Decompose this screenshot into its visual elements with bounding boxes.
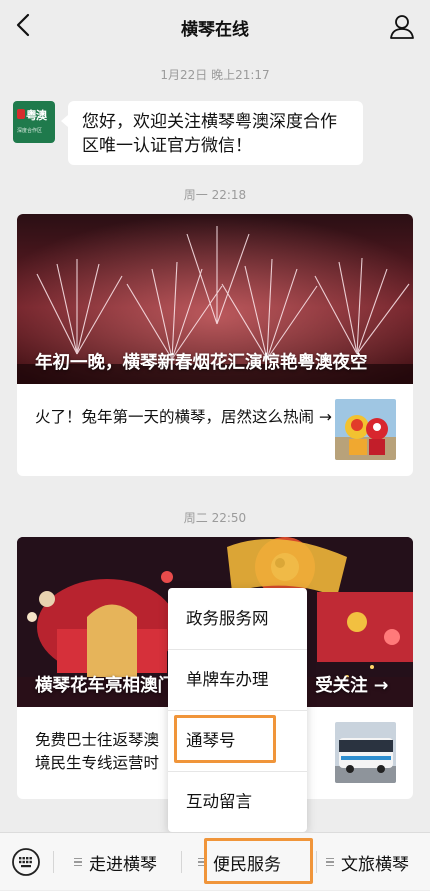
person-icon[interactable] — [388, 12, 416, 40]
divider — [316, 851, 317, 873]
bus-thumbnail — [335, 722, 396, 783]
lion-dance-thumbnail — [335, 399, 396, 460]
fireworks-image: 年初一晚，横琴新春烟花汇演惊艳粤澳夜空 — [17, 214, 413, 384]
logo-mark — [17, 109, 25, 119]
chevron-left-icon[interactable] — [10, 10, 40, 40]
highlight-box — [204, 838, 313, 884]
tab-label: 文旅横琴 — [341, 854, 409, 875]
service-menu: 政务服务网 单牌车办理 通琴号 互动留言 — [168, 588, 307, 839]
menu-item-gov-service[interactable]: 政务服务网 — [168, 588, 307, 649]
welcome-text: 您好，欢迎关注横琴粤澳深度合作区唯一认证官方微信！ — [82, 112, 337, 156]
sub-article-line1: 免费巴士往返琴澳 — [35, 731, 160, 749]
avatar[interactable]: 粤澳 深度合作区 — [13, 101, 55, 143]
tab-zoujin-hengqin[interactable]: 走进横琴 — [74, 833, 157, 891]
sub-article-title: 火了！兔年第一天的横琴，居然这么热闹 → — [35, 408, 332, 426]
article-card[interactable]: 年初一晚，横琴新春烟花汇演惊艳粤澳夜空 火了！兔年第一天的横琴，居然这么热闹 → — [17, 214, 413, 476]
tab-label: 走进横琴 — [89, 854, 157, 875]
timestamp: 周一 22:18 — [183, 188, 247, 202]
menu-lines-icon — [74, 857, 82, 867]
menu-item-single-plate-car[interactable]: 单牌车办理 — [168, 649, 307, 710]
welcome-message: 您好，欢迎关注横琴粤澳深度合作区唯一认证官方微信！ — [61, 101, 363, 165]
tab-wenlv-hengqin[interactable]: 文旅横琴 — [326, 833, 409, 891]
highlight-box — [174, 715, 276, 763]
timestamp: 1月22日 晚上21:17 — [160, 68, 270, 82]
menu-lines-icon — [326, 857, 334, 867]
sub-article[interactable]: 火了！兔年第一天的横琴，居然这么热闹 → — [17, 384, 413, 476]
top-bar: 横琴在线 — [0, 0, 430, 54]
divider — [181, 851, 182, 873]
timestamp: 周二 22:50 — [183, 511, 247, 525]
avatar-subtitle: 深度合作区 — [17, 128, 43, 134]
article-headline-right: 受关注 → — [315, 676, 389, 696]
divider — [53, 851, 54, 873]
sub-article-line2: 境民生专线运营时 — [35, 754, 160, 772]
menu-item-message[interactable]: 互动留言 — [168, 771, 307, 832]
article-headline-left: 横琴花车亮相澳门 — [35, 676, 175, 696]
avatar-name: 粤澳 — [26, 109, 47, 122]
keyboard-icon[interactable] — [11, 847, 41, 877]
page-title: 横琴在线 — [181, 19, 249, 40]
article-headline: 年初一晚，横琴新春烟花汇演惊艳粤澳夜空 — [35, 353, 368, 373]
